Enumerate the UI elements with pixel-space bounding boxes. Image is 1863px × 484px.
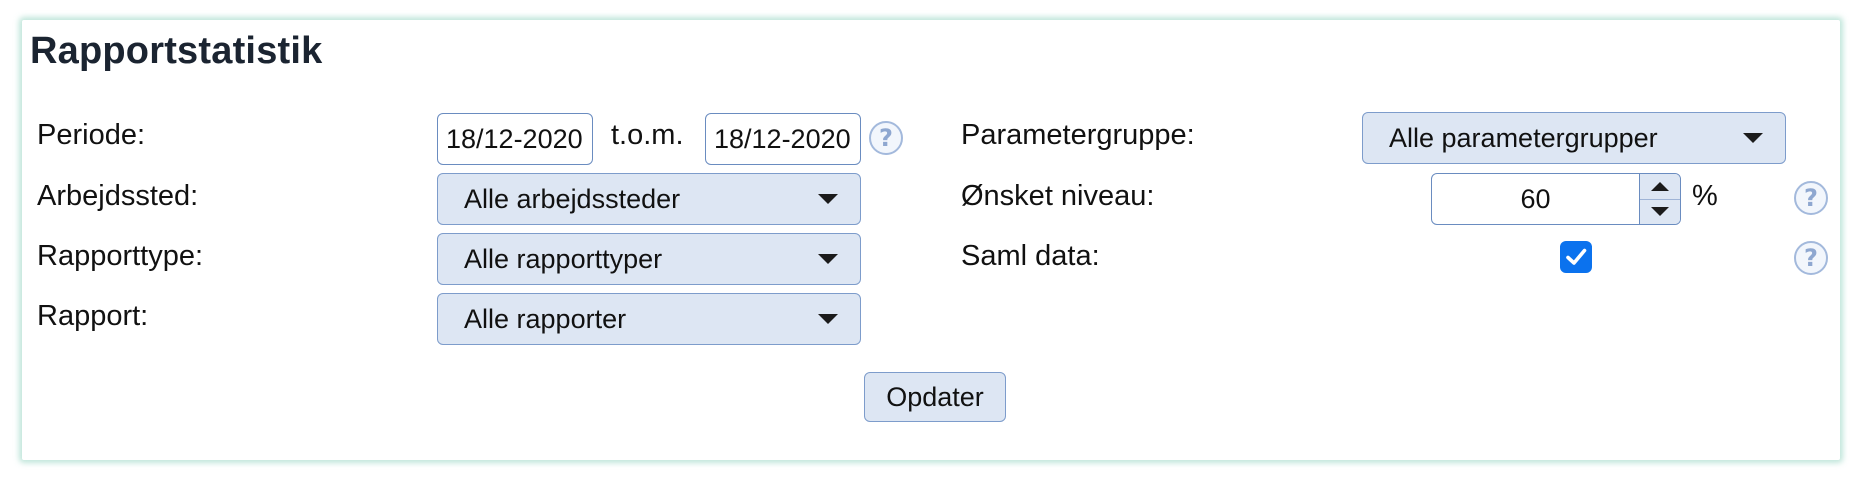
date-to-input[interactable] bbox=[705, 113, 861, 165]
paramgroup-label: Parametergruppe: bbox=[961, 119, 1195, 151]
collect-data-help-icon[interactable]: ? bbox=[1794, 241, 1828, 275]
question-mark-icon: ? bbox=[1804, 244, 1818, 272]
paramgroup-select[interactable]: Alle parametergrupper bbox=[1362, 112, 1786, 164]
triangle-up-icon bbox=[1651, 181, 1669, 191]
level-unit: % bbox=[1692, 180, 1718, 212]
question-mark-icon: ? bbox=[1804, 184, 1818, 212]
report-select[interactable]: Alle rapporter bbox=[437, 293, 861, 345]
stepper-up-button[interactable] bbox=[1640, 174, 1680, 200]
triangle-down-icon bbox=[1651, 207, 1669, 217]
date-range-separator: t.o.m. bbox=[611, 119, 684, 151]
update-button[interactable]: Opdater bbox=[864, 372, 1006, 422]
chevron-down-icon bbox=[818, 254, 838, 264]
page-title: Rapportstatistik bbox=[30, 30, 323, 72]
period-label: Periode: bbox=[37, 119, 146, 151]
level-value[interactable]: 60 bbox=[1432, 174, 1639, 224]
workplace-select[interactable]: Alle arbejdssteder bbox=[437, 173, 861, 225]
chevron-down-icon bbox=[1743, 133, 1763, 143]
level-label: Ønsket niveau: bbox=[961, 180, 1155, 212]
reporttype-selected-value: Alle rapporttyper bbox=[464, 243, 663, 274]
level-stepper[interactable] bbox=[1639, 174, 1680, 224]
question-mark-icon: ? bbox=[879, 124, 893, 152]
date-from-input[interactable] bbox=[437, 113, 593, 165]
chevron-down-icon bbox=[818, 194, 838, 204]
period-help-icon[interactable]: ? bbox=[869, 121, 903, 155]
level-help-icon[interactable]: ? bbox=[1794, 181, 1828, 215]
chevron-down-icon bbox=[818, 314, 838, 324]
collect-data-checkbox[interactable] bbox=[1560, 241, 1592, 273]
level-number-input[interactable]: 60 bbox=[1431, 173, 1681, 225]
collect-data-label: Saml data: bbox=[961, 240, 1100, 272]
stepper-down-button[interactable] bbox=[1640, 200, 1680, 225]
report-label: Rapport: bbox=[37, 300, 149, 332]
report-selected-value: Alle rapporter bbox=[464, 303, 627, 334]
workplace-label: Arbejdssted: bbox=[37, 180, 199, 212]
paramgroup-selected-value: Alle parametergrupper bbox=[1389, 122, 1658, 153]
workplace-selected-value: Alle arbejdssteder bbox=[464, 183, 681, 214]
checkmark-icon bbox=[1566, 248, 1587, 265]
reporttype-label: Rapporttype: bbox=[37, 240, 204, 272]
reporttype-select[interactable]: Alle rapporttyper bbox=[437, 233, 861, 285]
